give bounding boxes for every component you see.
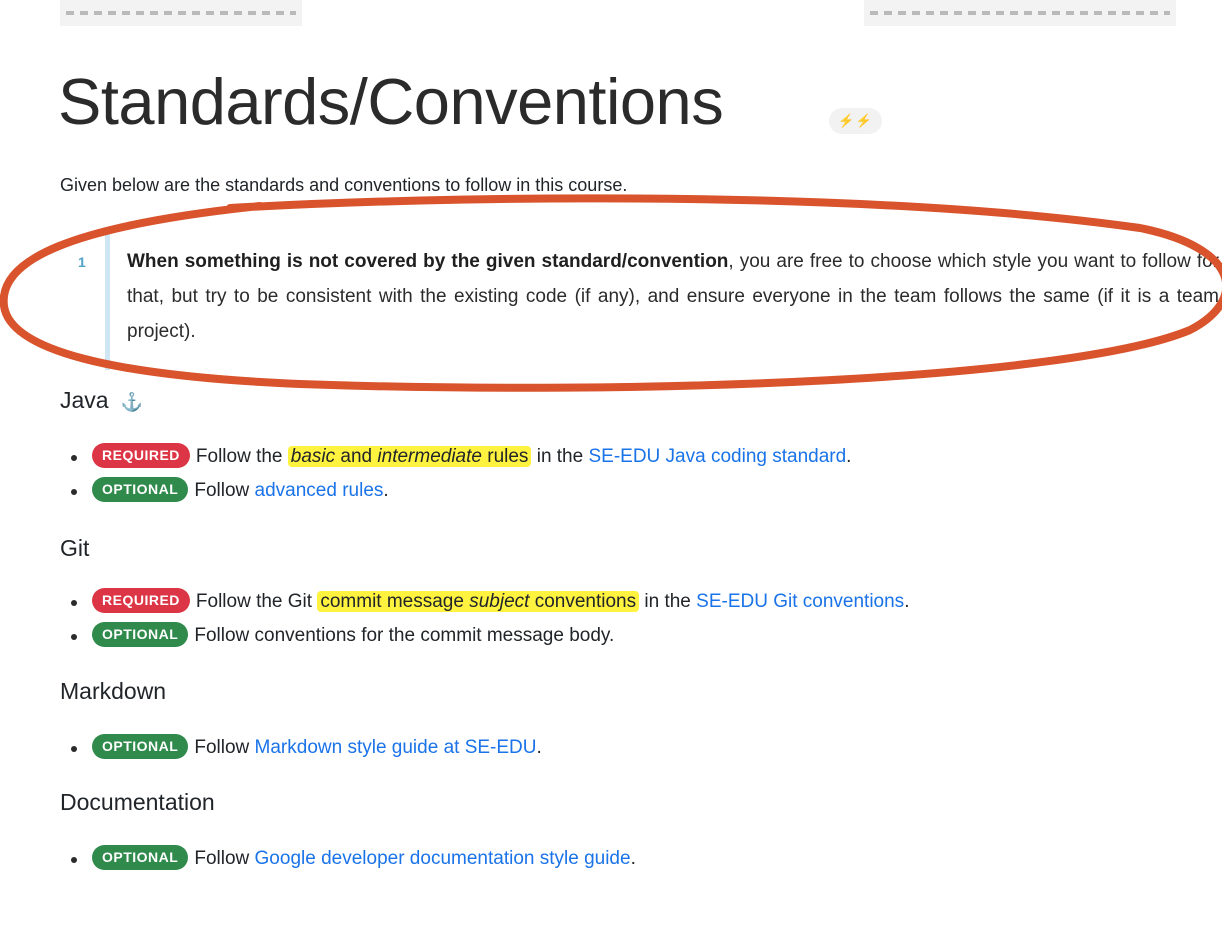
item-text: . xyxy=(536,737,542,758)
java-list: REQUIRED Follow the basic and intermediat… xyxy=(60,440,851,508)
note-text: When something is not covered by the giv… xyxy=(127,244,1219,349)
bullet xyxy=(71,489,77,495)
bullet xyxy=(71,857,77,863)
item-text: . xyxy=(846,446,852,467)
link-java-coding-standard[interactable]: SE-EDU Java coding standard xyxy=(588,446,846,467)
item-text: in the xyxy=(639,591,697,612)
bullet xyxy=(71,455,77,461)
heading-java: Java ⚓ xyxy=(60,386,143,416)
java-item-optional: OPTIONAL Follow advanced rules. xyxy=(60,474,851,508)
highlight-italic: intermediate xyxy=(377,446,482,467)
git-item-required: REQUIRED Follow the Git commit message su… xyxy=(60,585,909,619)
heading-java-text: Java xyxy=(60,387,109,413)
bullet xyxy=(71,746,77,752)
item-text: . xyxy=(630,848,636,869)
note-number: 1 xyxy=(78,254,86,270)
highlight-text: rules xyxy=(481,446,529,467)
link-markdown-style-guide[interactable]: Markdown style guide at SE-EDU xyxy=(255,737,537,758)
bullet xyxy=(71,634,77,640)
bullet xyxy=(71,600,77,606)
page: Standards/Conventions ⚡⚡ Given below are… xyxy=(0,0,1222,930)
item-text: Follow xyxy=(194,480,255,501)
link-google-doc-style-guide[interactable]: Google developer documentation style gui… xyxy=(255,848,631,869)
heading-markdown: Markdown xyxy=(60,678,167,704)
item-text: in the xyxy=(531,446,589,467)
optional-badge: OPTIONAL xyxy=(92,622,189,647)
optional-badge: OPTIONAL xyxy=(92,734,189,759)
link-advanced-rules[interactable]: advanced rules xyxy=(255,480,384,501)
highlight-text: and xyxy=(335,446,378,467)
git-list: REQUIRED Follow the Git commit message su… xyxy=(60,585,909,653)
highlight: basic and intermediate rules xyxy=(287,446,532,467)
documentation-list: OPTIONAL Follow Google developer document… xyxy=(60,842,636,876)
intro-text: Given below are the standards and conven… xyxy=(60,175,628,195)
java-item-required: REQUIRED Follow the basic and intermediat… xyxy=(60,440,851,474)
item-text: Follow xyxy=(194,848,255,869)
note-bold-text: When something is not covered by the giv… xyxy=(127,251,729,272)
highlight: commit message subject conventions xyxy=(317,591,640,612)
git-item-optional: OPTIONAL Follow conventions for the commi… xyxy=(60,619,909,653)
item-text: Follow conventions for the commit messag… xyxy=(194,625,615,646)
highlight-text: commit message xyxy=(320,591,470,612)
note-box: 1 When something is not covered by the g… xyxy=(60,234,1219,370)
heading-documentation: Documentation xyxy=(60,789,215,815)
item-text: . xyxy=(383,480,389,501)
top-nav-fragment-left xyxy=(60,0,302,26)
optional-badge: OPTIONAL xyxy=(92,477,189,502)
page-title: Standards/Conventions xyxy=(58,65,724,138)
highlight-italic: basic xyxy=(290,446,336,467)
top-nav-fragment-right xyxy=(864,0,1176,26)
markdown-item-optional: OPTIONAL Follow Markdown style guide at S… xyxy=(60,731,542,765)
anchor-icon[interactable]: ⚓ xyxy=(121,388,143,416)
note-left-bar xyxy=(105,234,110,370)
markdown-list: OPTIONAL Follow Markdown style guide at S… xyxy=(60,731,542,765)
required-badge: REQUIRED xyxy=(92,443,190,468)
required-badge: REQUIRED xyxy=(92,588,190,613)
highlight-italic: subject xyxy=(469,591,530,612)
documentation-item-optional: OPTIONAL Follow Google developer document… xyxy=(60,842,636,876)
optional-badge: OPTIONAL xyxy=(92,845,189,870)
lightning-badge: ⚡⚡ xyxy=(829,108,882,134)
item-text: Follow the xyxy=(195,446,288,467)
link-git-conventions[interactable]: SE-EDU Git conventions xyxy=(696,591,904,612)
heading-git: Git xyxy=(60,535,90,561)
item-text: Follow the Git xyxy=(195,591,318,612)
item-text: Follow xyxy=(194,737,255,758)
highlight-text: conventions xyxy=(529,591,637,612)
item-text: . xyxy=(904,591,910,612)
